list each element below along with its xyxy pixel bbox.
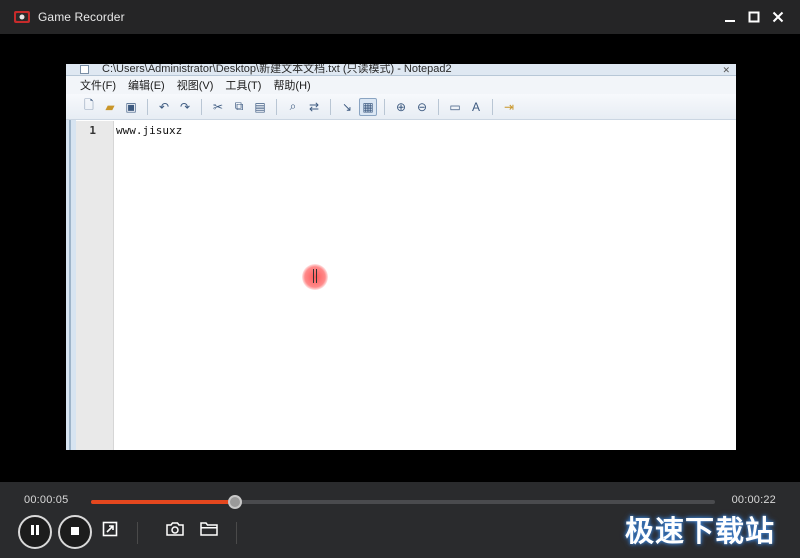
recorded-window-edge (66, 76, 76, 450)
redo-icon: ↷ (179, 99, 191, 114)
zoom-in-icon: ⊕ (395, 99, 407, 114)
text-cursor-icon (313, 269, 317, 283)
line-number-gutter (76, 121, 114, 450)
progress-thumb[interactable] (227, 495, 242, 509)
progress-fill (91, 500, 235, 504)
stop-icon (70, 523, 80, 541)
open-folder-button[interactable] (198, 520, 220, 542)
recorded-frame: C:\Users\Administrator\Desktop\新建文本文档.tx… (66, 64, 736, 450)
window-controls (718, 0, 790, 34)
recorded-menu-bar: 文件(F) 编辑(E) 视图(V) 工具(T) 帮助(H) (66, 76, 736, 94)
toolbar-divider (201, 98, 202, 115)
replace-icon: ⇄ (308, 99, 320, 114)
menu-tools: 工具(T) (225, 80, 262, 92)
maximize-button[interactable] (742, 0, 766, 34)
toolbar-divider (330, 98, 331, 115)
export-icon (102, 521, 118, 542)
exit-icon: ⇥ (503, 99, 515, 114)
menu-help: 帮助(H) (273, 80, 311, 92)
app-logo-icon (14, 10, 30, 24)
window-title: Game Recorder (38, 10, 125, 24)
pause-icon (29, 523, 41, 541)
progress-slider[interactable] (91, 495, 715, 509)
toolbar-divider (384, 98, 385, 115)
open-folder-icon: ▰ (105, 99, 115, 114)
notepad-close-icon: ✕ (722, 65, 730, 75)
stop-button[interactable] (58, 515, 92, 549)
find-icon: ⌕ (289, 99, 297, 113)
new-file-icon: 🗋 (84, 98, 94, 112)
copy-icon: ⧉ (234, 99, 244, 113)
close-button[interactable] (766, 0, 790, 34)
menu-edit: 编辑(E) (128, 80, 165, 92)
control-divider (236, 522, 237, 544)
minimize-button[interactable] (718, 0, 742, 34)
toolbar-divider (492, 98, 493, 115)
cut-icon: ✂ (212, 99, 224, 114)
game-recorder-window: Game Recorder C:\Users\Administrator\Des… (0, 0, 800, 558)
recorded-notepad-title: C:\Users\Administrator\Desktop\新建文本文档.tx… (66, 64, 736, 76)
font-icon: A (471, 99, 480, 114)
player-controls: 00:00:05 00:00:22 极速下载站 (0, 482, 800, 558)
view-mode-icon: ▦ (359, 97, 377, 116)
watermark: 极速下载站 (625, 516, 776, 548)
pause-button[interactable] (18, 515, 52, 549)
folder-icon (200, 521, 218, 541)
recorded-toolbar: 🗋 ▰ ▣ ↶ ↷ ✂ ⧉ ▤ ⌕ ⇄ ↘ ▦ ⊕ ⊖ ▭ A ⇥ (66, 94, 736, 120)
camera-icon (166, 521, 184, 542)
menu-view: 视图(V) (176, 80, 214, 92)
wrap-icon: ↘ (341, 99, 353, 114)
snapshot-button[interactable] (164, 520, 186, 542)
total-time: 00:00:22 (731, 494, 776, 506)
undo-icon: ↶ (158, 99, 170, 114)
export-button[interactable] (99, 520, 121, 542)
current-time: 00:00:05 (24, 494, 69, 506)
menu-file: 文件(F) (80, 80, 117, 92)
notepad-window-icon (80, 65, 89, 74)
toolbar-divider (438, 98, 439, 115)
video-preview[interactable]: C:\Users\Administrator\Desktop\新建文本文档.tx… (0, 34, 800, 482)
paste-icon: ▤ (254, 99, 266, 114)
save-icon: ▣ (125, 99, 137, 114)
editor-text: www.jisuxz (116, 124, 183, 137)
control-divider (137, 522, 138, 544)
toolbar-divider (147, 98, 148, 115)
zoom-out-icon: ⊖ (416, 99, 428, 114)
title-bar: Game Recorder (0, 0, 800, 34)
scheme-icon: ▭ (449, 99, 461, 114)
toolbar-divider (276, 98, 277, 115)
line-number: 1 (89, 124, 96, 137)
